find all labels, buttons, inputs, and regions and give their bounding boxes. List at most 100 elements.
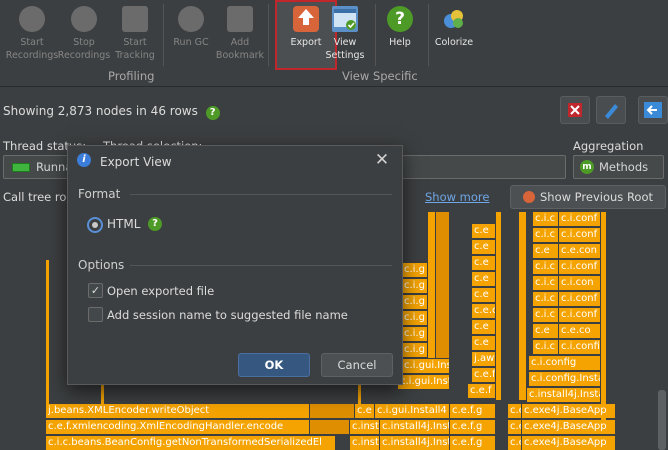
toolbar: Start Recordings Stop Recordings Start T… bbox=[0, 0, 668, 87]
html-radio[interactable] bbox=[87, 217, 103, 233]
flame-cell[interactable]: c.e bbox=[508, 420, 522, 434]
flame-cell[interactable]: c.i.g bbox=[402, 263, 428, 277]
back-button[interactable] bbox=[638, 96, 668, 124]
flame-cell[interactable]: j.awt bbox=[472, 352, 496, 366]
flame-cell[interactable]: c.inst bbox=[350, 420, 380, 434]
flame-cell[interactable] bbox=[601, 212, 607, 422]
close-icon[interactable]: ✕ bbox=[374, 151, 390, 169]
show-previous-root-button[interactable]: Show Previous Root bbox=[510, 185, 666, 209]
flame-cell[interactable]: c.i.config bbox=[559, 340, 601, 354]
flame-cell[interactable] bbox=[519, 212, 527, 400]
flame-cell[interactable]: c.i.conf bbox=[559, 212, 601, 226]
divider bbox=[130, 194, 392, 195]
flame-cell[interactable]: c.i.conf bbox=[559, 292, 601, 306]
group-label-view-specific: View Specific bbox=[342, 69, 418, 83]
flame-cell[interactable]: c.e bbox=[472, 256, 496, 270]
flame-cell[interactable]: c.i.c bbox=[533, 292, 559, 306]
flame-cell[interactable]: c.i.c bbox=[533, 228, 559, 242]
flame-cell[interactable]: c.i.c bbox=[533, 340, 559, 354]
cancel-button[interactable]: Cancel bbox=[321, 353, 393, 377]
flame-cell[interactable]: c.e.f bbox=[468, 384, 496, 398]
app-icon: i bbox=[77, 153, 91, 167]
flame-cell[interactable]: c.i.conf bbox=[559, 228, 601, 242]
flame-cell[interactable]: c.e bbox=[472, 336, 496, 350]
flame-cell[interactable]: c.install4j.Insta bbox=[380, 420, 450, 434]
flame-cell[interactable]: c.e.f bbox=[472, 368, 496, 382]
flame-cell[interactable]: c.i.gui.Install4 bbox=[375, 404, 450, 418]
start-recordings-button[interactable]: Start Recordings bbox=[3, 4, 61, 66]
flame-cell[interactable] bbox=[310, 404, 355, 418]
flame-cell[interactable]: c.exe4j.BaseApp bbox=[522, 404, 616, 418]
flame-cell[interactable] bbox=[436, 212, 450, 358]
flame-cell[interactable]: c.e bbox=[508, 404, 522, 418]
ok-button[interactable]: OK bbox=[238, 353, 310, 377]
aggregation-level-select[interactable]: m Methods bbox=[573, 155, 664, 179]
help-icon[interactable]: ? bbox=[148, 217, 162, 231]
flame-cell[interactable]: c.install4j.Install bbox=[527, 388, 601, 402]
flame-cell[interactable]: c.inst bbox=[350, 436, 380, 450]
flame-cell[interactable]: c.i.c.beans.BeanConfig.getNonTransformed… bbox=[46, 436, 336, 450]
flame-cell[interactable]: c.e bbox=[533, 244, 559, 258]
flame-cell[interactable]: c.e.con bbox=[559, 244, 601, 258]
flame-cell[interactable]: c.e.co bbox=[559, 324, 601, 338]
add-session-name-checkbox[interactable] bbox=[88, 307, 103, 322]
flame-cell[interactable]: c.i.c bbox=[533, 260, 559, 274]
help-button[interactable]: ? Help bbox=[371, 4, 429, 66]
flame-cell[interactable]: c.i.g bbox=[402, 343, 428, 357]
flame-cell[interactable]: c.i.g bbox=[402, 327, 428, 341]
method-icon: m bbox=[580, 160, 594, 174]
add-bookmark-button[interactable]: Add Bookmark bbox=[211, 4, 269, 66]
flame-cell[interactable]: c.i.conf bbox=[559, 260, 601, 274]
view-settings-button[interactable]: View Settings bbox=[316, 4, 374, 66]
flame-cell[interactable] bbox=[428, 212, 436, 358]
flame-cell[interactable]: c.e bbox=[472, 272, 496, 286]
thread-status-select[interactable]: Runna bbox=[3, 155, 75, 179]
flame-cell[interactable]: c.e bbox=[472, 320, 496, 334]
flame-cell[interactable]: c.e.f.g bbox=[450, 420, 496, 434]
flame-cell[interactable] bbox=[310, 420, 350, 434]
open-exported-file-checkbox[interactable]: ✓ bbox=[88, 283, 103, 298]
flame-cell[interactable]: c.i.gui.Install bbox=[398, 375, 450, 389]
flame-cell[interactable]: c.exe4j.BaseApp bbox=[522, 436, 616, 450]
flame-cell[interactable]: c.e.f.g bbox=[450, 404, 496, 418]
flame-cell[interactable]: c.i.g bbox=[402, 279, 428, 293]
group-label-profiling: Profiling bbox=[108, 69, 155, 83]
flame-cell[interactable]: c.install4j.Insta bbox=[380, 436, 450, 450]
flame-cell[interactable]: c.i.config.Install bbox=[529, 372, 601, 386]
flame-cell[interactable]: c.i.c bbox=[533, 212, 559, 226]
show-more-link[interactable]: Show more bbox=[425, 190, 489, 204]
node-count-status: Showing 2,873 nodes in 46 rows ? bbox=[3, 104, 220, 120]
flame-cell[interactable]: c.e.f.g bbox=[450, 436, 496, 450]
thread-selection-field[interactable] bbox=[394, 155, 566, 179]
flame-cell[interactable]: c.e bbox=[472, 288, 496, 302]
gc-icon bbox=[178, 6, 204, 32]
flame-cell[interactable] bbox=[46, 260, 50, 404]
flame-cell[interactable]: c.e bbox=[472, 240, 496, 254]
flame-cell[interactable]: c.e.co bbox=[472, 304, 496, 318]
flame-cell[interactable]: c.i.config bbox=[529, 356, 601, 370]
flame-cell[interactable]: c.i.g bbox=[402, 295, 428, 309]
flame-cell[interactable]: j.beans.XMLEncoder.writeObject bbox=[46, 404, 310, 418]
start-tracking-button[interactable]: Start Tracking bbox=[106, 4, 164, 66]
flame-cell[interactable]: c.i.c bbox=[533, 308, 559, 322]
delete-button[interactable] bbox=[560, 96, 590, 124]
stop-recordings-button[interactable]: Stop Recordings bbox=[55, 4, 113, 66]
flame-cell[interactable]: c.exe4j.BaseApp bbox=[522, 420, 616, 434]
flame-cell[interactable]: c.i.con bbox=[559, 276, 601, 290]
flame-cell[interactable]: c.i.g bbox=[402, 311, 428, 325]
colorize-icon bbox=[441, 6, 467, 32]
flame-cell[interactable]: c.e bbox=[355, 404, 375, 418]
help-icon[interactable]: ? bbox=[205, 106, 220, 120]
colorize-button[interactable]: Colorize bbox=[425, 4, 483, 66]
flame-cell[interactable]: c.e bbox=[472, 224, 496, 238]
flame-cell[interactable]: c.i.conf bbox=[559, 308, 601, 322]
flame-cell[interactable]: c.e bbox=[508, 436, 522, 450]
flame-cell[interactable] bbox=[496, 212, 502, 400]
flame-cell[interactable]: c.e.f.xmlencoding.XmlEncodingHandler.enc… bbox=[46, 420, 310, 434]
vertical-scrollbar[interactable] bbox=[658, 390, 666, 450]
flame-cell[interactable]: c.e bbox=[533, 324, 559, 338]
flame-cell[interactable]: c.i.c bbox=[533, 276, 559, 290]
open-exported-file-label: Open exported file bbox=[107, 284, 215, 298]
flame-cell[interactable]: c.i.gui.Install bbox=[402, 359, 450, 373]
edit-button[interactable] bbox=[596, 96, 626, 124]
